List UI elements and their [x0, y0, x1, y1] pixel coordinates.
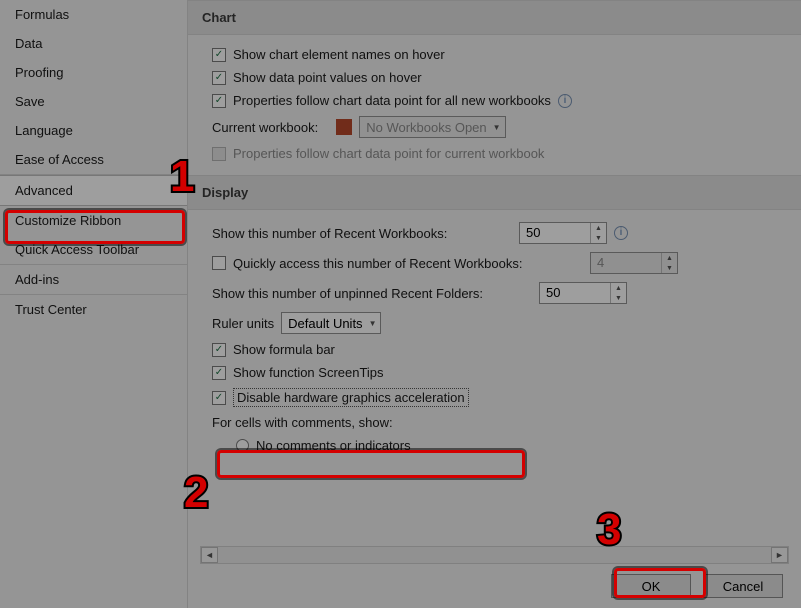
dialog-footer: OK Cancel: [611, 574, 783, 598]
label-show-screentips: Show function ScreenTips: [233, 365, 384, 380]
section-header-chart: Chart: [188, 0, 801, 35]
sidebar-item-advanced[interactable]: Advanced: [0, 175, 187, 206]
ok-button[interactable]: OK: [611, 574, 691, 598]
options-main-pane: Chart ✓ Show chart element names on hove…: [188, 0, 801, 608]
combo-current-workbook-value: No Workbooks Open: [366, 120, 486, 135]
label-show-formula-bar: Show formula bar: [233, 342, 335, 357]
label-current-workbook: Current workbook:: [212, 120, 318, 135]
horizontal-scrollbar[interactable]: ◄ ►: [200, 546, 789, 564]
label-recent-folders: Show this number of unpinned Recent Fold…: [212, 286, 532, 301]
spinner-recent-workbooks-value: 50: [520, 223, 590, 243]
label-show-chart-element-names: Show chart element names on hover: [233, 47, 445, 62]
label-show-data-point-values: Show data point values on hover: [233, 70, 422, 85]
spinner-recent-folders[interactable]: 50 ▲▼: [539, 282, 627, 304]
label-quick-access: Quickly access this number of Recent Wor…: [233, 256, 583, 271]
combo-ruler-units-value: Default Units: [288, 316, 362, 331]
radio-no-comments[interactable]: [236, 439, 249, 452]
spinner-recent-workbooks[interactable]: 50 ▲▼: [519, 222, 607, 244]
spinner-quick-access: 4 ▲▼: [590, 252, 678, 274]
excel-icon: [336, 119, 352, 135]
spinner-down-icon: ▼: [662, 263, 677, 273]
scroll-right-icon[interactable]: ►: [771, 547, 788, 563]
info-icon[interactable]: i: [558, 94, 572, 108]
combo-current-workbook[interactable]: No Workbooks Open ▼: [359, 116, 505, 138]
label-ruler-units: Ruler units: [212, 316, 274, 331]
sidebar-item-language[interactable]: Language: [0, 116, 187, 145]
section-header-display: Display: [188, 175, 801, 210]
checkbox-props-follow-current: [212, 147, 226, 161]
checkbox-props-follow-new[interactable]: ✓: [212, 94, 226, 108]
label-recent-workbooks: Show this number of Recent Workbooks:: [212, 226, 512, 241]
label-disable-hw-accel: Disable hardware graphics acceleration: [233, 388, 469, 407]
chevron-down-icon: ▼: [369, 319, 377, 328]
sidebar-item-save[interactable]: Save: [0, 87, 187, 116]
label-no-comments: No comments or indicators: [256, 438, 411, 453]
checkbox-show-data-point-values[interactable]: ✓: [212, 71, 226, 85]
spinner-up-icon[interactable]: ▲: [591, 223, 606, 233]
sidebar-item-customize-ribbon[interactable]: Customize Ribbon: [0, 206, 187, 235]
sidebar-item-proofing[interactable]: Proofing: [0, 58, 187, 87]
checkbox-disable-hw-accel[interactable]: ✓: [212, 391, 226, 405]
scroll-left-icon[interactable]: ◄: [201, 547, 218, 563]
checkbox-show-chart-element-names[interactable]: ✓: [212, 48, 226, 62]
options-dialog: Formulas Data Proofing Save Language Eas…: [0, 0, 801, 608]
checkbox-show-formula-bar[interactable]: ✓: [212, 343, 226, 357]
checkbox-show-screentips[interactable]: ✓: [212, 366, 226, 380]
category-sidebar: Formulas Data Proofing Save Language Eas…: [0, 0, 188, 608]
spinner-recent-folders-value: 50: [540, 283, 610, 303]
sidebar-item-trust-center[interactable]: Trust Center: [0, 295, 187, 324]
checkbox-quick-access[interactable]: [212, 256, 226, 270]
sidebar-item-add-ins[interactable]: Add-ins: [0, 265, 187, 295]
label-props-follow-new: Properties follow chart data point for a…: [233, 93, 551, 108]
spinner-quick-access-value: 4: [591, 253, 661, 273]
spinner-up-icon[interactable]: ▲: [611, 283, 626, 293]
chevron-down-icon: ▼: [493, 123, 501, 132]
sidebar-item-formulas[interactable]: Formulas: [0, 0, 187, 29]
spinner-down-icon[interactable]: ▼: [591, 233, 606, 243]
cancel-button[interactable]: Cancel: [703, 574, 783, 598]
info-icon[interactable]: i: [614, 226, 628, 240]
label-props-follow-current: Properties follow chart data point for c…: [233, 146, 544, 161]
spinner-down-icon[interactable]: ▼: [611, 293, 626, 303]
sidebar-item-quick-access-toolbar[interactable]: Quick Access Toolbar: [0, 235, 187, 265]
sidebar-item-data[interactable]: Data: [0, 29, 187, 58]
sidebar-item-ease-of-access[interactable]: Ease of Access: [0, 145, 187, 175]
label-comments: For cells with comments, show:: [212, 415, 393, 430]
spinner-up-icon: ▲: [662, 253, 677, 263]
combo-ruler-units[interactable]: Default Units ▼: [281, 312, 381, 334]
